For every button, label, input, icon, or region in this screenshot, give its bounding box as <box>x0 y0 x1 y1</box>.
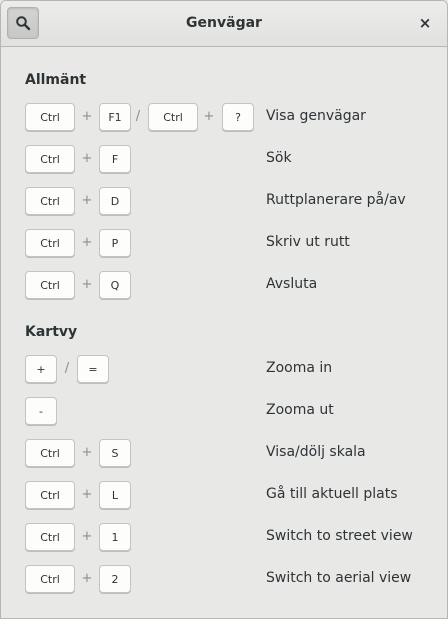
key-cap: Ctrl <box>25 187 75 215</box>
shortcut-description: Visa genvägar <box>266 108 366 124</box>
shortcut-row: + / = Zooma in <box>25 355 425 385</box>
search-button[interactable] <box>7 7 39 39</box>
shortcut-row: Ctrl + F1 / Ctrl + ? Visa genvägar <box>25 103 425 133</box>
shortcut-row: Ctrl + 2 Switch to aerial view <box>25 565 425 595</box>
key-separator: + <box>81 445 93 460</box>
shortcut-description: Skriv ut rutt <box>266 234 350 250</box>
key-cap: = <box>77 355 109 383</box>
key-separator: + <box>81 235 93 250</box>
section-title-map-view: Kartvy <box>25 324 78 340</box>
key-cap: S <box>99 439 131 467</box>
shortcut-row: Ctrl + F Sök <box>25 145 425 175</box>
shortcut-row: Ctrl + Q Avsluta <box>25 271 425 301</box>
shortcut-row: Ctrl + L Gå till aktuell plats <box>25 481 425 511</box>
key-cap: ? <box>222 103 254 131</box>
key-separator: + <box>81 529 93 544</box>
key-cap: L <box>99 481 131 509</box>
key-cap: Ctrl <box>148 103 198 131</box>
key-cap: Ctrl <box>25 439 75 467</box>
key-cap: Ctrl <box>25 565 75 593</box>
key-separator: + <box>81 277 93 292</box>
key-separator: + <box>203 109 215 124</box>
shortcut-description: Gå till aktuell plats <box>266 486 398 502</box>
shortcut-description: Switch to aerial view <box>266 570 412 586</box>
header-bar: Genvägar × <box>1 1 447 47</box>
key-cap: 1 <box>99 523 131 551</box>
shortcut-description: Zooma ut <box>266 402 334 418</box>
key-cap: P <box>99 229 131 257</box>
shortcut-row: Ctrl + S Visa/dölj skala <box>25 439 425 469</box>
key-cap: Ctrl <box>25 481 75 509</box>
key-cap: D <box>99 187 131 215</box>
key-cap: - <box>25 397 57 425</box>
key-cap: Ctrl <box>25 523 75 551</box>
shortcut-row: Ctrl + P Skriv ut rutt <box>25 229 425 259</box>
section-title-general: Allmänt <box>25 72 87 88</box>
key-cap: Ctrl <box>25 103 75 131</box>
key-separator: + <box>81 151 93 166</box>
key-cap: Ctrl <box>25 145 75 173</box>
key-cap: 2 <box>99 565 131 593</box>
shortcut-description: Zooma in <box>266 360 333 376</box>
key-separator: + <box>81 193 93 208</box>
search-icon <box>16 16 31 31</box>
shortcut-description: Ruttplanerare på/av <box>266 192 406 208</box>
close-button[interactable]: × <box>411 9 439 37</box>
window-title: Genvägar <box>186 15 262 31</box>
key-cap: Ctrl <box>25 229 75 257</box>
key-cap: F <box>99 145 131 173</box>
close-icon: × <box>418 14 432 32</box>
key-cap: Q <box>99 271 131 299</box>
key-cap: + <box>25 355 57 383</box>
shortcut-description: Sök <box>266 150 292 166</box>
key-separator: + <box>81 487 93 502</box>
shortcut-row: - Zooma ut <box>25 397 425 427</box>
key-separator: / <box>135 109 141 124</box>
key-separator: + <box>81 109 93 124</box>
key-separator: / <box>64 361 70 376</box>
shortcut-row: Ctrl + D Ruttplanerare på/av <box>25 187 425 217</box>
shortcuts-window: Genvägar × Allmänt Ctrl + F1 / Ctrl + ? … <box>0 0 448 619</box>
key-cap: Ctrl <box>25 271 75 299</box>
shortcut-description: Avsluta <box>266 276 318 292</box>
shortcut-description: Visa/dölj skala <box>266 444 366 460</box>
shortcut-row: Ctrl + 1 Switch to street view <box>25 523 425 553</box>
key-separator: + <box>81 571 93 586</box>
shortcut-description: Switch to street view <box>266 528 413 544</box>
